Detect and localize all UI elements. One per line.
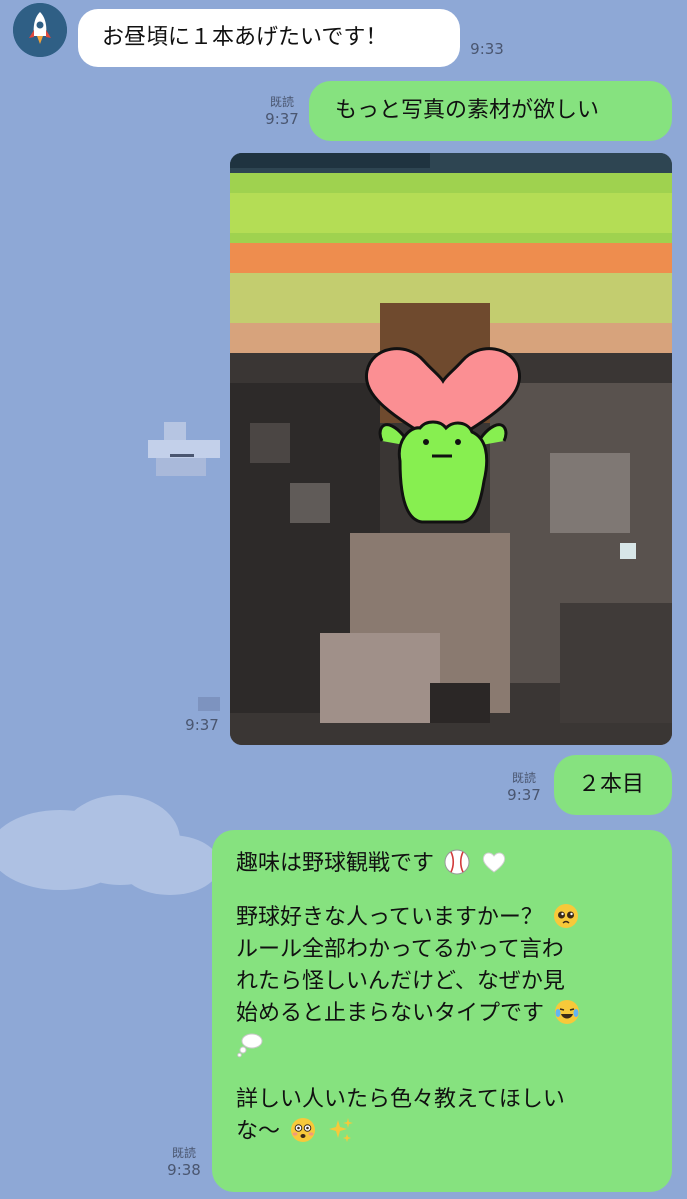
message-line: 趣味は野球観戦です [236,848,652,880]
white-heart-icon [482,852,506,873]
message-time: 9:33 [470,40,504,58]
read-receipt: 既読 [511,771,536,785]
frog-heart-sticker [364,347,522,524]
message-meta: 既読 9:38 [160,1146,208,1180]
message-bubble-outgoing[interactable]: もっと写真の素材が欲しい [309,81,672,141]
chat-area[interactable]: お昼頃に１本あげたいです！ 9:33 既読 9:37 もっと写真の素材が欲しい [0,0,687,1199]
thought-balloon-icon [237,1033,263,1058]
message-meta: 9:33 [465,40,509,59]
message-meta: 既読 9:37 [500,771,548,805]
message-bubble-incoming[interactable]: お昼頃に１本あげたいです！ [78,9,460,67]
message-text: もっと写真の素材が欲しい [335,98,600,123]
sender-avatar[interactable] [13,3,67,57]
message-line: な〜 [236,1116,652,1148]
message-text: ２本目 [578,772,645,797]
message-line: 野球好きな人っていますかー？ [236,902,652,934]
message-time: 9:38 [167,1161,201,1179]
message-time: 9:37 [185,716,219,734]
message-bubble-outgoing[interactable]: ２本目 [554,755,672,815]
message-line: れたら怪しいんだけど、なぜか見 [236,969,565,994]
blurred-sticker-fragment [198,697,220,711]
pleading-face-icon [553,904,578,928]
read-receipt: 既読 [269,95,294,109]
message-bubble-outgoing-long[interactable]: 趣味は野球観戦です 野球好きな人っていますかー？ ルール全部わかってるかって言わ… [212,830,672,1192]
message-line: ルール全部わかってるかって言わ [236,937,564,962]
read-receipt: 既読 [171,1146,196,1160]
rocket-icon [13,3,67,57]
message-line [236,1030,652,1062]
message-line: 始めると止まらないタイプです [236,998,652,1030]
baseball-icon [444,849,470,875]
flushed-face-icon [291,1118,316,1142]
message-text: お昼頃に１本あげたいです！ [102,25,388,50]
message-time: 9:37 [265,110,299,128]
sparkles-icon [329,1118,354,1142]
message-meta: 9:37 [178,716,226,735]
message-meta: 既読 9:37 [258,95,306,129]
message-time: 9:37 [507,786,541,804]
message-line: 詳しい人いたら色々教えてほしい [236,1087,565,1112]
background-cloud [0,795,220,895]
blurred-sticker-fragment [148,422,220,476]
joy-face-icon [555,1000,580,1024]
